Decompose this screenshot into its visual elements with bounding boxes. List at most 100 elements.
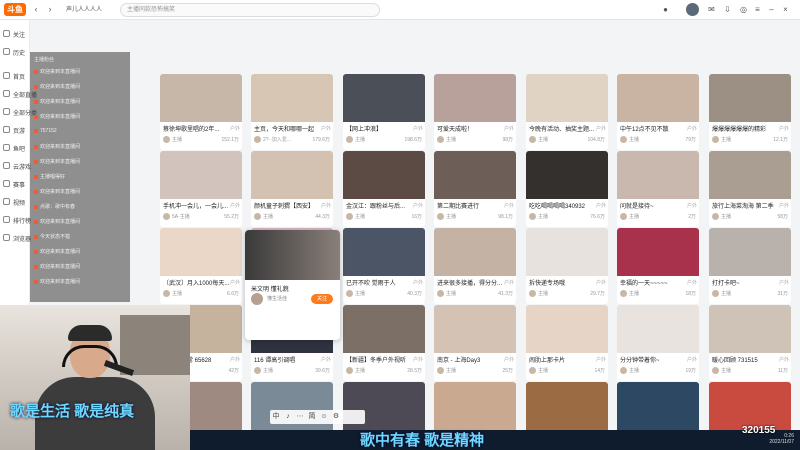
live-card[interactable]: 户外 中午12点不见不散 主播 79万 [617, 74, 699, 150]
live-title[interactable]: 主页，今天和哪哪一起 [254, 124, 332, 133]
anchor-name[interactable]: 主播 [538, 290, 548, 297]
forward-button[interactable]: › [44, 3, 56, 16]
player-tool-icon[interactable]: 简 [306, 410, 318, 424]
live-title[interactable]: 〔武汉〕月入1000每天... [163, 278, 241, 287]
anchor-name[interactable]: 主播 [538, 136, 548, 143]
menu-icon[interactable]: ≡ [752, 4, 763, 15]
live-card[interactable]: 户外 爆爆爆爆爆爆的精彩 主播 12.1万 [709, 74, 791, 150]
live-title[interactable]: 【新疆】冬季户外视听 [346, 355, 424, 364]
live-thumbnail[interactable] [617, 228, 699, 276]
live-thumbnail[interactable] [434, 382, 516, 430]
anchor-name[interactable]: 主播 [721, 290, 731, 297]
anchor-name[interactable]: 主播 [538, 367, 548, 374]
live-thumbnail[interactable] [526, 305, 608, 353]
live-thumbnail[interactable] [434, 151, 516, 199]
live-thumbnail[interactable] [251, 74, 333, 122]
live-title[interactable]: 旅行上海菜淘海 第二季 [712, 201, 790, 210]
live-thumbnail[interactable] [617, 74, 699, 122]
live-title[interactable]: 手机冲一会儿，一会儿... [163, 201, 241, 210]
live-thumbnail[interactable] [343, 228, 425, 276]
live-card[interactable]: 户外 分分钟带着你~ 主播 19万 [617, 305, 699, 381]
sidebar-item-3[interactable]: 全部直播 [0, 86, 37, 102]
live-card[interactable]: 户外 第二期比赛进行 主播 98.1万 [434, 151, 516, 227]
live-thumbnail[interactable] [526, 228, 608, 276]
live-title[interactable]: 可爱天成啦！ [437, 124, 515, 133]
live-thumbnail[interactable] [526, 151, 608, 199]
live-card[interactable]: 户外 暖心回顾 731515 主播 11万 [709, 305, 791, 381]
anchor-name[interactable]: 主播 [629, 367, 639, 374]
live-card[interactable]: 户外 蔡徐坤歌里唱的2年... 主播 152.1万 [160, 74, 242, 150]
record-icon[interactable]: ● [660, 4, 671, 15]
anchor-name[interactable]: 主播 [263, 213, 273, 220]
sidebar-item-1[interactable]: 历史 [0, 44, 30, 60]
live-title[interactable]: 蔡徐坤歌里唱的2年... [163, 124, 241, 133]
anchor-name[interactable]: 主播 [355, 367, 365, 374]
user-tag[interactable]: 声儿人人人人 [66, 4, 102, 13]
anchor-name[interactable]: 主播 [629, 136, 639, 143]
live-card[interactable]: 户外 可爱天成啦！ 主播 98万 [434, 74, 516, 150]
download-icon[interactable]: ⇩ [722, 4, 733, 15]
live-title[interactable]: 打打卡吧~ [712, 278, 790, 287]
player-tool-icon[interactable]: 中 [270, 410, 282, 424]
sidebar-item-2[interactable]: 首页 [0, 68, 30, 84]
live-card[interactable]: 户外 【网上冲浪】 主播 198.6万 [343, 74, 425, 150]
live-card[interactable]: 户外 打打卡吧~ 主播 31万 [709, 228, 791, 304]
live-card[interactable]: 户外 手机冲一会儿，一会儿... 5A·主播 55.2万 [160, 151, 242, 227]
live-title[interactable]: 中午12点不见不散 [620, 124, 698, 133]
live-title[interactable]: 进来很多接播，得分分... [437, 278, 515, 287]
live-title[interactable]: 116 谭高引调唱 [254, 355, 332, 364]
anchor-name[interactable]: 主播 [538, 213, 548, 220]
anchor-name[interactable]: 主播 [355, 136, 365, 143]
live-thumbnail[interactable] [434, 74, 516, 122]
live-thumbnail[interactable] [251, 151, 333, 199]
live-card[interactable]: 户外 幸福的一天~~~~~ 主播 18万 [617, 228, 699, 304]
sidebar-item-9[interactable]: 视频 [0, 194, 30, 210]
close-icon[interactable]: × [780, 4, 791, 15]
live-card[interactable]: 户外 拆快递专场哦 主播 29.7万 [526, 228, 608, 304]
live-thumbnail[interactable] [617, 151, 699, 199]
live-card[interactable]: 户外 闹肋上那卡片 主播 14万 [526, 305, 608, 381]
live-title[interactable]: 【网上冲浪】 [346, 124, 424, 133]
live-card[interactable]: 户外 金汉江：跟粉丝与后... 主播 16万 [343, 151, 425, 227]
live-thumbnail[interactable] [343, 74, 425, 122]
live-thumbnail[interactable] [709, 305, 791, 353]
live-thumbnail[interactable] [526, 382, 608, 430]
anchor-name[interactable]: 主播 [172, 136, 182, 143]
search-input[interactable]: 主播同款恐怖搞笑 [120, 3, 380, 17]
live-card[interactable]: 户外 旅行上海菜淘海 第二季 主播 58万 [709, 151, 791, 227]
live-title[interactable]: 拆快递专场哦 [529, 278, 607, 287]
live-card[interactable]: 户外 〔武汉〕月入1000每天... 主播 6.6万 [160, 228, 242, 304]
live-title[interactable]: 吃吃喝喝喝喝340932 [529, 201, 607, 210]
live-thumbnail[interactable] [160, 74, 242, 122]
anchor-name[interactable]: 主播 [446, 213, 456, 220]
live-thumbnail[interactable] [160, 228, 242, 276]
anchor-popup[interactable]: 米文明 懂礼貌 懂生活佳 关注 [245, 230, 340, 340]
sidebar-item-6[interactable]: 鱼吧 [0, 140, 30, 156]
sidebar-item-8[interactable]: 赛事 [0, 176, 30, 192]
user-avatar[interactable] [686, 3, 699, 16]
sidebar-item-4[interactable]: 全部分类 [0, 104, 37, 120]
live-thumbnail[interactable] [160, 151, 242, 199]
live-title[interactable]: 金汉江：跟粉丝与后... [346, 201, 424, 210]
anchor-name[interactable]: 主播 [721, 367, 731, 374]
anchor-name[interactable]: 2?··加入爱... [263, 136, 291, 143]
anchor-name[interactable]: 主播 [629, 213, 639, 220]
live-card[interactable]: 户外 主页，今天和哪哪一起 2?··加入爱... 179.6万 [251, 74, 333, 150]
live-title[interactable]: 已开不吹 觉雨于人 [346, 278, 424, 287]
live-thumbnail[interactable] [617, 382, 699, 430]
live-thumbnail[interactable] [709, 228, 791, 276]
anchor-name[interactable]: 5A·主播 [172, 213, 190, 220]
live-title[interactable]: 第二期比赛进行 [437, 201, 515, 210]
message-icon[interactable]: ✉ [706, 4, 717, 15]
live-title[interactable]: 幸福的一天~~~~~ [620, 278, 698, 287]
sidebar-item-7[interactable]: 云游戏 [0, 158, 31, 174]
anchor-name[interactable]: 主播 [446, 367, 456, 374]
follow-button[interactable]: 关注 [311, 294, 333, 304]
live-card[interactable]: 户外 颜机童子刺猬【西安】 主播 44.3万 [251, 151, 333, 227]
sidebar-item-11[interactable]: 浏览器 [0, 230, 31, 246]
notification-icon[interactable]: ◎ [738, 4, 749, 15]
anchor-name[interactable]: 主播 [721, 213, 731, 220]
anchor-name[interactable]: 主播 [355, 290, 365, 297]
live-title[interactable]: 南京 - 上海Day3 [437, 355, 515, 364]
player-tool-icon[interactable]: ⚙ [330, 410, 342, 424]
